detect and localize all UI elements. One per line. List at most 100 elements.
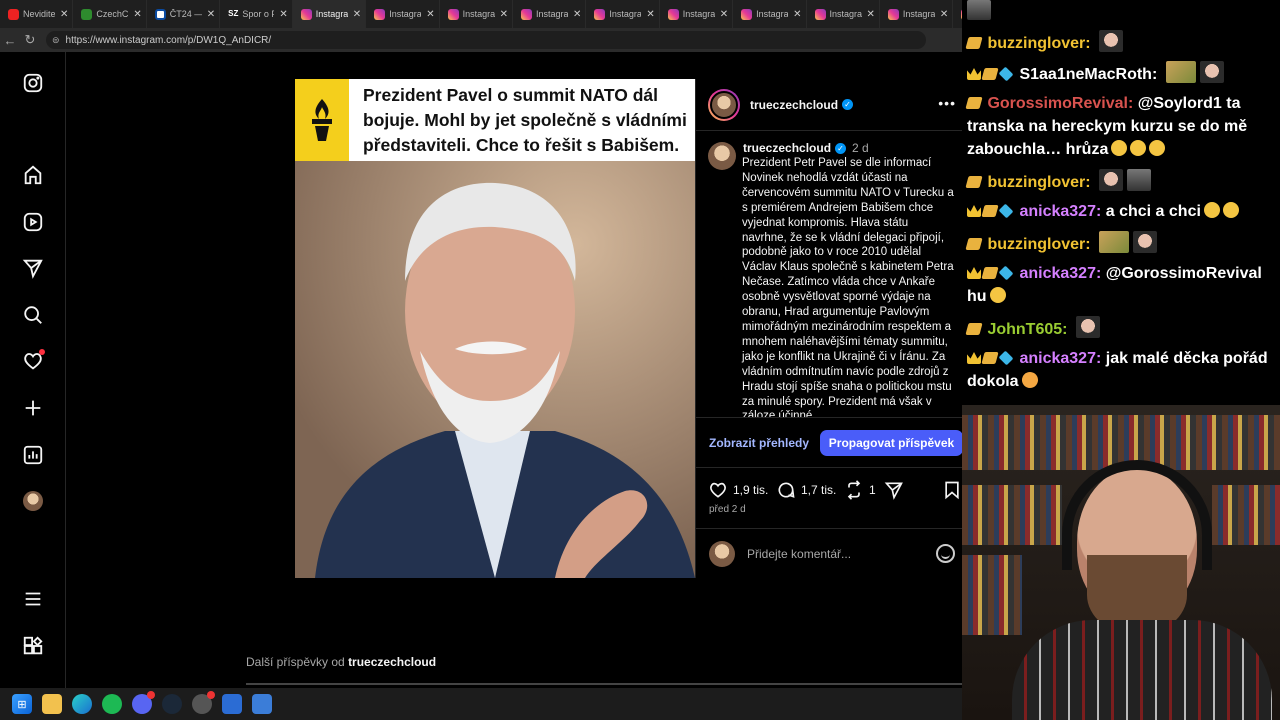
- author-username[interactable]: trueczechcloud: [750, 98, 838, 112]
- home-icon[interactable]: [21, 163, 45, 187]
- browser-tab[interactable]: Instagra ✕: [292, 0, 367, 28]
- browser-tab[interactable]: Instagra✕: [953, 0, 962, 28]
- back-icon[interactable]: ←: [0, 33, 20, 48]
- browser-tab[interactable]: Instagra✕: [880, 0, 954, 28]
- start-icon[interactable]: ⊞: [12, 694, 32, 714]
- messages-icon[interactable]: [21, 256, 45, 280]
- chat-message: S1aa1neMacRoth:: [967, 61, 1277, 86]
- reload-icon[interactable]: ↻: [20, 32, 40, 48]
- tab-title: ČT24 —: [169, 9, 202, 19]
- browser-tab[interactable]: Instagra ✕: [513, 0, 587, 28]
- close-tab-icon[interactable]: ✕: [646, 9, 654, 20]
- chat-username[interactable]: buzzinglover:: [987, 174, 1090, 191]
- chat-username[interactable]: GorossimoRevival:: [987, 95, 1133, 112]
- close-tab-icon[interactable]: ✕: [279, 9, 287, 20]
- search-icon[interactable]: [21, 303, 45, 327]
- bits-badge-icon: [965, 238, 983, 250]
- reels-icon[interactable]: [21, 210, 45, 234]
- obs-icon[interactable]: [192, 691, 215, 714]
- emoji-icon[interactable]: [936, 544, 955, 563]
- site-info-icon[interactable]: ⊜: [52, 35, 60, 46]
- close-tab-icon[interactable]: ✕: [426, 9, 434, 20]
- browser-tab[interactable]: Instagra✕: [586, 0, 660, 28]
- steam-icon[interactable]: [162, 694, 182, 714]
- promote-post-button[interactable]: Propagovat příspěvek: [820, 430, 963, 456]
- close-tab-icon[interactable]: ✕: [720, 9, 728, 20]
- more-posts-username[interactable]: trueczechcloud: [348, 655, 436, 669]
- instagram-icon: [300, 8, 312, 20]
- like-button[interactable]: 1,9 tis.: [708, 480, 768, 500]
- tab-title: Instagra: [315, 9, 348, 19]
- word-icon[interactable]: [222, 694, 242, 714]
- address-bar: ← ↻ ⊜ https://www.instagram.com/p/DW1Q_A…: [0, 28, 962, 52]
- youtube-icon: [8, 8, 19, 20]
- menu-icon[interactable]: [21, 587, 45, 611]
- chat-emote: [1133, 231, 1158, 253]
- dashboard-icon[interactable]: [21, 443, 45, 467]
- close-tab-icon[interactable]: ✕: [573, 9, 581, 20]
- like-count: 1,9 tis.: [733, 483, 769, 497]
- chat-username[interactable]: buzzinglover:: [987, 35, 1090, 52]
- file-explorer-icon[interactable]: [42, 694, 62, 714]
- url-text: https://www.instagram.com/p/DW1Q_AnDICR/: [65, 34, 272, 46]
- more-options-icon[interactable]: •••: [938, 95, 956, 111]
- promotion-row: Zobrazit přehledy Propagovat příspěvek: [696, 417, 963, 467]
- browser-tab[interactable]: ČT24 — ✕: [147, 0, 221, 28]
- tab-title: Instagra: [535, 9, 568, 19]
- create-plus-icon[interactable]: [21, 396, 45, 420]
- share-button[interactable]: [884, 480, 909, 500]
- chat-username[interactable]: anicka327:: [1019, 265, 1101, 282]
- caption-avatar[interactable]: [708, 142, 736, 170]
- close-tab-icon[interactable]: ✕: [940, 9, 948, 20]
- chat-username[interactable]: buzzinglover:: [987, 236, 1090, 253]
- close-tab-icon[interactable]: ✕: [133, 9, 141, 20]
- browser-tab[interactable]: Neviditel ✕: [0, 0, 74, 28]
- close-tab-icon[interactable]: ✕: [207, 9, 215, 20]
- url-input[interactable]: ⊜ https://www.instagram.com/p/DW1Q_AnDIC…: [46, 31, 926, 49]
- chat-text: jak malé děcka pořád dokola: [967, 350, 1268, 390]
- view-insights-link[interactable]: Zobrazit přehledy: [709, 436, 809, 450]
- browser-tab[interactable]: SZ Spor o P ✕: [220, 0, 293, 28]
- chat-username[interactable]: anicka327:: [1019, 203, 1101, 220]
- chat-username[interactable]: anicka327:: [1019, 350, 1101, 367]
- caption-username[interactable]: trueczechcloud: [743, 141, 831, 155]
- close-tab-icon[interactable]: ✕: [353, 9, 361, 20]
- notifications-heart-icon[interactable]: [21, 349, 45, 373]
- post-details-panel: trueczechcloud ✓ ••• trueczechcloud ✓ 2 d …: [695, 79, 963, 578]
- discord-icon[interactable]: [132, 691, 155, 714]
- close-tab-icon[interactable]: ✕: [867, 9, 875, 20]
- crown-badge-icon: [967, 205, 981, 217]
- stream-chat: buzzinglover: S1aa1neMacRoth: GorossimoR…: [962, 0, 1280, 405]
- browser-tab[interactable]: Instagra✕: [660, 0, 734, 28]
- browser-tab[interactable]: Instagra✕: [440, 0, 513, 28]
- laugh-emoji-icon: [1130, 140, 1147, 156]
- repost-button[interactable]: 1: [844, 480, 876, 500]
- profile-avatar[interactable]: [21, 489, 45, 513]
- browser-tab[interactable]: Instagra✕: [807, 0, 880, 28]
- tab-title: Instagra: [389, 9, 422, 19]
- browser-tab[interactable]: Instagra ✕: [733, 0, 807, 28]
- more-apps-icon[interactable]: [21, 634, 45, 658]
- tab-title: Instagra: [756, 9, 789, 19]
- close-tab-icon[interactable]: ✕: [60, 9, 68, 20]
- edge-browser-icon[interactable]: [72, 694, 92, 714]
- comment-input[interactable]: Přidejte komentář...: [747, 547, 851, 561]
- chat-emote: [1099, 30, 1124, 52]
- close-tab-icon[interactable]: ✕: [793, 9, 801, 20]
- browser-tab[interactable]: Instagra ✕: [366, 0, 440, 28]
- comment-button[interactable]: 1,7 tis.: [776, 480, 836, 500]
- browser-tab[interactable]: CzechC ✕: [73, 0, 147, 28]
- close-tab-icon[interactable]: ✕: [500, 9, 508, 20]
- author-avatar[interactable]: [708, 88, 740, 121]
- torch-logo-icon: [295, 79, 349, 161]
- notepad-icon[interactable]: [252, 694, 272, 714]
- crown-badge-icon: [967, 68, 981, 80]
- chat-message: anicka327: @GorossimoRevival hu: [967, 262, 1277, 308]
- spotify-icon[interactable]: [102, 694, 122, 714]
- chat-username[interactable]: JohnT605:: [987, 321, 1067, 338]
- instagram-logo-icon[interactable]: [21, 71, 45, 95]
- chat-message: buzzinglover:: [965, 169, 1277, 194]
- post-image[interactable]: Prezident Pavel o summit NATO dál bojuje…: [295, 79, 695, 578]
- screen: Neviditel ✕ CzechC ✕ ČT24 — ✕ SZ Spor o P ✕ Insta…: [0, 0, 1280, 720]
- chat-username[interactable]: S1aa1neMacRoth:: [1019, 66, 1157, 83]
